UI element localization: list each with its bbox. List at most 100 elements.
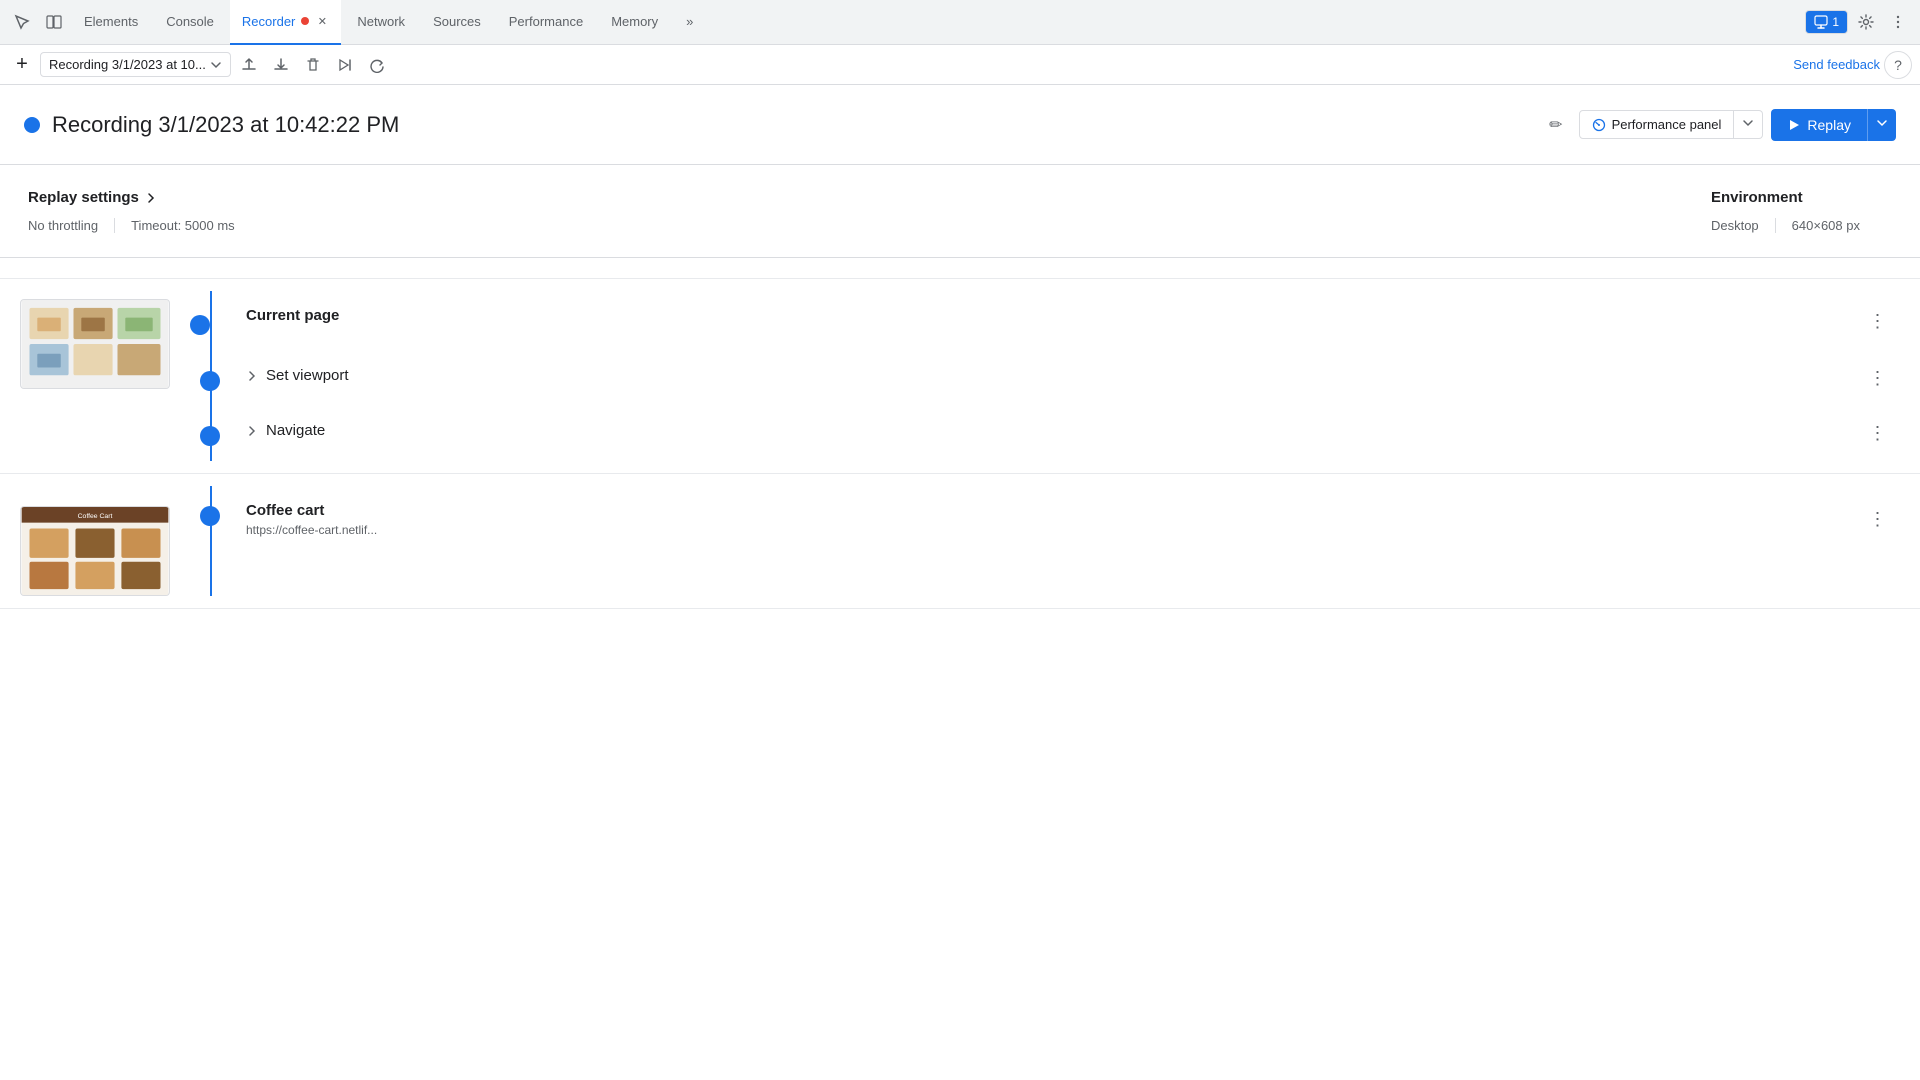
settings-details: No throttling Timeout: 5000 ms [28,218,235,233]
tab-memory[interactable]: Memory [599,0,670,45]
download-icon [273,57,289,73]
send-feedback-link[interactable]: Send feedback [1793,57,1880,72]
step-3-content: Navigate [230,418,1864,443]
step-2-kebab-btn[interactable]: ⋮ [1864,365,1892,393]
step-1-label: Current page [246,307,1864,324]
tab-network[interactable]: Network [345,0,417,45]
perf-panel-btn[interactable]: Performance panel [1579,110,1735,139]
recording-title: Recording 3/1/2023 at 10:42:22 PM [52,112,1533,138]
loop-btn[interactable] [363,51,391,79]
tab-overflow[interactable]: » [674,0,705,45]
replay-dropdown-btn[interactable] [1867,109,1896,141]
step-2-label[interactable]: Set viewport [246,367,1864,384]
settings-icon-btn[interactable] [1852,8,1880,36]
recording-status-dot [24,117,40,133]
svg-text:Coffee Cart: Coffee Cart [78,513,113,520]
tab-performance-label: Performance [509,14,583,29]
step-dot-3 [200,426,220,446]
step-3-label[interactable]: Navigate [246,422,1864,439]
tab-console[interactable]: Console [154,0,226,45]
toggle-sidebar-btn[interactable] [40,8,68,36]
tab-memory-label: Memory [611,14,658,29]
main-content: Recording 3/1/2023 at 10:42:22 PM ✏ Perf… [0,85,1920,1080]
more-options-btn[interactable] [1884,8,1912,36]
settings-title[interactable]: Replay settings [28,189,235,206]
toolbar: + Recording 3/1/2023 at 10... [0,45,1920,85]
replay-label: Replay [1807,117,1851,133]
step-connector-1 [190,303,230,339]
step-current-page-text: Current page [246,307,339,324]
notification-count: 1 [1832,15,1839,29]
section-current-page: Current page ⋮ [0,278,1920,474]
timeout-value: Timeout: 5000 ms [131,218,235,233]
section-2-steps: Coffee cart https://coffee-cart.netlif..… [190,486,1920,596]
tab-bar: Elements Console Recorder ✕ Network Sour… [0,0,1920,45]
upload-icon [241,57,257,73]
step-coffee-cart: Coffee cart https://coffee-cart.netlif..… [190,486,1920,553]
chevron-down-icon [210,59,222,71]
step-1-content: Current page [230,303,1864,328]
replay-group: Replay [1771,109,1896,141]
recording-selector-name: Recording 3/1/2023 at 10... [49,57,206,72]
perf-icon [1592,118,1606,132]
tab-network-label: Network [357,14,405,29]
steps-area: Current page ⋮ [0,258,1920,1080]
tab-recorder-label: Recorder [242,14,295,29]
step-dot-2 [200,371,220,391]
env-resolution: 640×608 px [1792,218,1876,233]
cursor-icon-btn[interactable] [8,8,36,36]
chevron-down-perf-icon [1742,117,1754,129]
step-1-kebab-btn[interactable]: ⋮ [1864,307,1892,335]
perf-panel-dropdown-btn[interactable] [1734,110,1763,139]
step-dot-4 [200,506,220,526]
tab-overflow-icon: » [686,14,693,29]
thumbnail-container-1 [0,291,190,461]
chevron-down-replay-icon [1876,117,1888,129]
step-coffee-cart-text: Coffee cart [246,502,324,519]
step-set-viewport: Set viewport ⋮ [190,351,1920,406]
expand-navigate-icon [246,425,258,437]
help-icon: ? [1894,57,1902,73]
step-play-icon [337,57,353,73]
recording-selector[interactable]: Recording 3/1/2023 at 10... [40,52,231,77]
export-btn[interactable] [235,51,263,79]
settings-right: Environment Desktop 640×608 px [1711,189,1892,233]
help-btn[interactable]: ? [1884,51,1912,79]
notification-btn[interactable]: 1 [1805,10,1848,34]
step-replay-btn[interactable] [331,51,359,79]
tab-bar-actions: 1 [1805,8,1912,36]
replay-play-icon [1787,118,1801,132]
perf-panel-group: Performance panel [1579,110,1764,139]
step-2-content: Set viewport [230,363,1864,388]
recording-dot-icon [301,17,309,25]
step-4-content: Coffee cart https://coffee-cart.netlif..… [230,498,1864,541]
page-thumbnail-2: Coffee Cart [20,506,170,596]
tab-sources[interactable]: Sources [421,0,493,45]
header-actions: Performance panel Replay [1579,109,1896,141]
perf-panel-label: Performance panel [1612,117,1722,132]
tab-close-icon[interactable]: ✕ [315,14,329,28]
add-recording-btn[interactable]: + [8,51,36,79]
tab-recorder[interactable]: Recorder ✕ [230,0,341,45]
import-btn[interactable] [267,51,295,79]
settings-expand-icon [145,192,157,204]
recording-header: Recording 3/1/2023 at 10:42:22 PM ✏ Perf… [0,85,1920,165]
tab-performance[interactable]: Performance [497,0,595,45]
step-navigate: Navigate ⋮ [190,406,1920,461]
step-3-kebab-btn[interactable]: ⋮ [1864,420,1892,448]
tab-elements[interactable]: Elements [72,0,150,45]
step-4-kebab-btn[interactable]: ⋮ [1864,506,1892,534]
replay-btn[interactable]: Replay [1771,109,1867,141]
trash-icon [305,57,321,73]
step-navigate-text: Navigate [266,422,325,439]
replay-loop-icon [369,57,385,73]
tab-elements-label: Elements [84,14,138,29]
step-current-page: Current page ⋮ [190,291,1920,351]
settings-title-text: Replay settings [28,189,139,206]
settings-left: Replay settings No throttling Timeout: 5… [28,189,235,233]
step-coffee-cart-url: https://coffee-cart.netlif... [246,523,1864,537]
edit-title-btn[interactable]: ✏ [1545,111,1566,139]
delete-recording-btn[interactable] [299,51,327,79]
tab-sources-label: Sources [433,14,481,29]
env-details: Desktop 640×608 px [1711,218,1892,233]
